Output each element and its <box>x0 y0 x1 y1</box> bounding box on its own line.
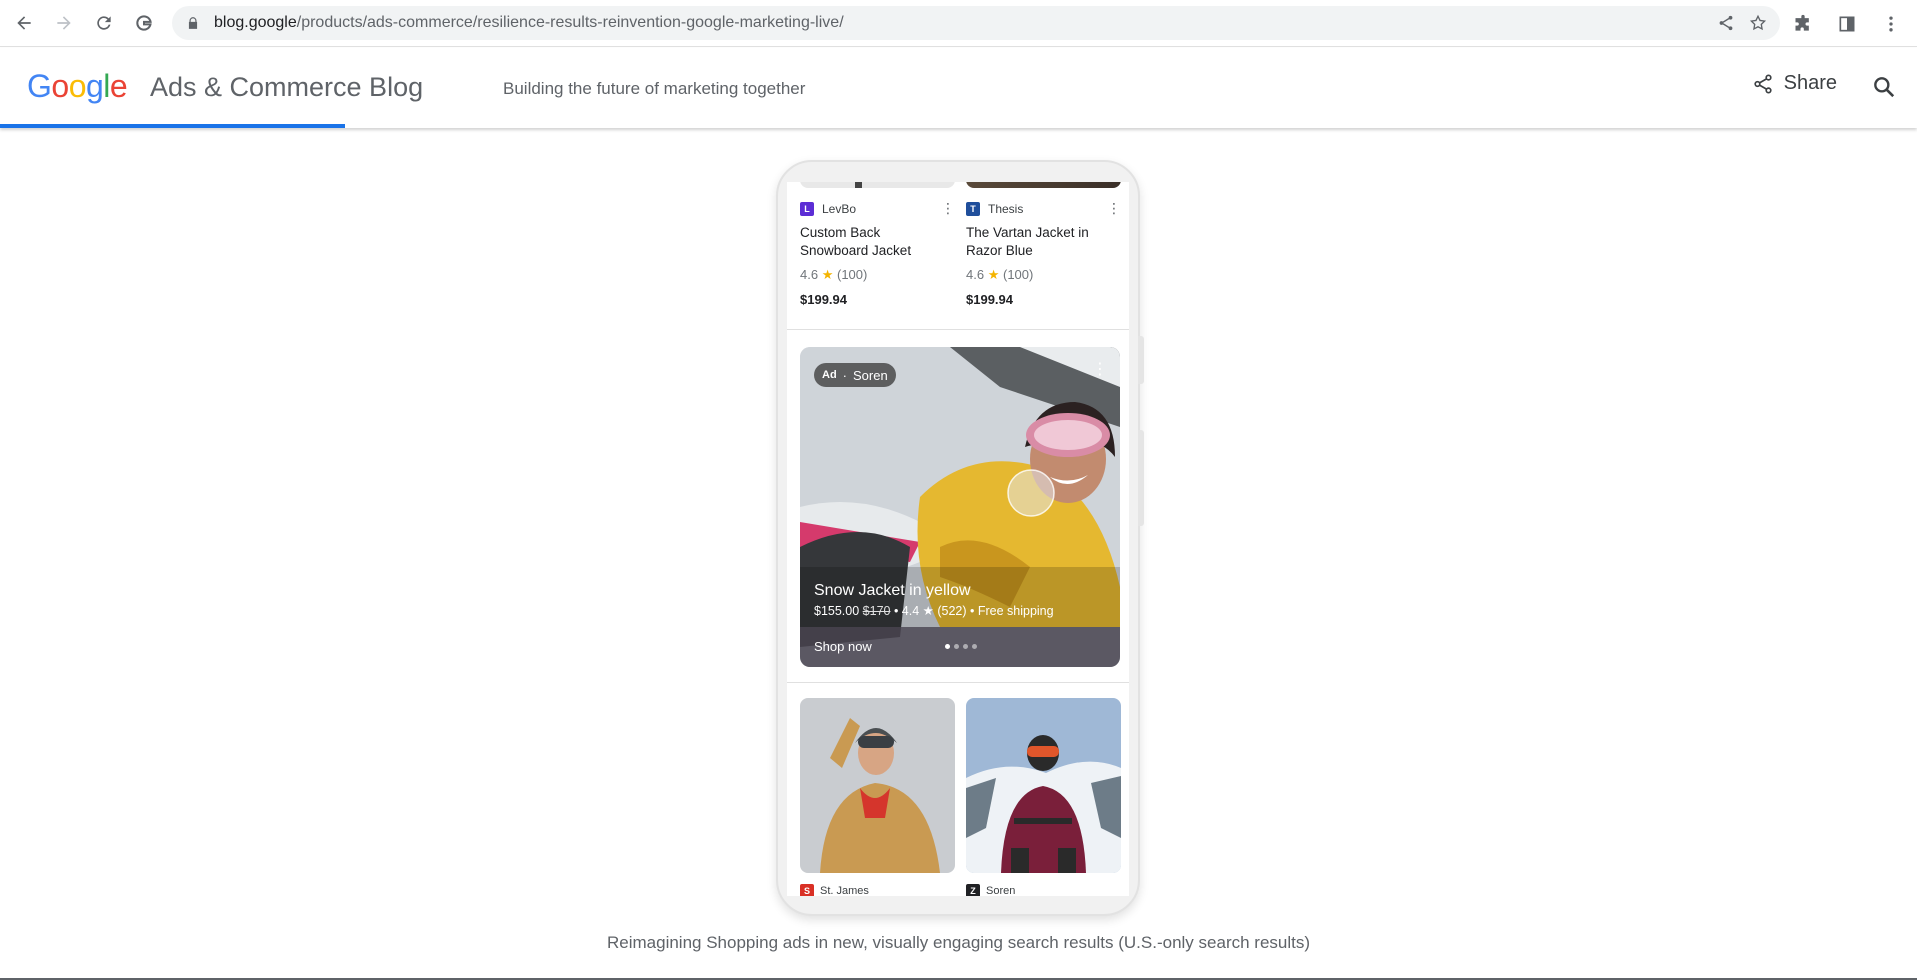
shop-now-button[interactable]: Shop now <box>814 639 872 654</box>
logo-letter: o <box>51 68 69 104</box>
product-photo <box>966 698 1121 873</box>
merchant-name: St. James <box>820 885 869 896</box>
share-icon <box>1754 73 1772 94</box>
back-icon[interactable] <box>4 3 44 43</box>
product-photo <box>800 698 955 873</box>
carousel-dot[interactable] <box>963 644 968 649</box>
blog-title[interactable]: Ads & Commerce Blog <box>150 72 423 103</box>
merchant-name: Thesis <box>988 202 1024 216</box>
more-options-icon[interactable]: ⋮ <box>1107 200 1121 217</box>
extensions-icon[interactable] <box>1783 4 1823 44</box>
product-price: $199.94 <box>800 292 847 307</box>
merchant: S St. James <box>800 884 869 896</box>
ad-label: Ad <box>822 369 837 381</box>
lock-icon <box>186 15 202 31</box>
browser-toolbar: blog.google/products/ads-commerce/resili… <box>0 0 1917 47</box>
phone-mockup: L LevBo ⋮ Custom Back Snowboard Jacket 4… <box>776 160 1140 916</box>
url-text: blog.google/products/ads-commerce/resili… <box>214 14 844 31</box>
carousel-dot[interactable] <box>954 644 959 649</box>
tagline: Building the future of marketing togethe… <box>503 79 806 98</box>
product-price: $199.94 <box>966 292 1013 307</box>
phone-side-button <box>1138 430 1144 526</box>
ad-product-meta: $155.00 $170 • 4.4 ★ (522) • Free shippi… <box>814 603 1054 618</box>
logo-letter: o <box>68 68 87 104</box>
more-options-icon[interactable]: ⋮ <box>941 200 955 217</box>
review-count: (100) <box>1002 267 1034 282</box>
merchant-logo-icon: T <box>966 202 980 216</box>
share-button[interactable]: Share <box>1752 72 1837 95</box>
product-image[interactable] <box>966 698 1121 873</box>
shopping-ad-card[interactable]: Ad · Soren ⋮ Snow Jacket in yellow $155.… <box>800 347 1120 667</box>
share-label: Share <box>1783 72 1837 94</box>
menu-kebab-icon[interactable] <box>1871 4 1911 44</box>
merchant-logo-icon: S <box>800 884 814 896</box>
forward-icon[interactable] <box>44 3 84 43</box>
rating-value: 4.6 <box>966 267 985 282</box>
merchant: T Thesis <box>966 202 1023 216</box>
merchant: L LevBo <box>800 202 856 216</box>
product-row: L LevBo ⋮ Custom Back Snowboard Jacket 4… <box>787 182 1129 330</box>
merchant-name: Soren <box>986 885 1016 896</box>
google-logo[interactable]: Google <box>27 68 128 105</box>
ad-merchant-name: Soren <box>853 367 888 383</box>
ad-price: $155.00 <box>814 604 860 618</box>
logo-letter: e <box>109 68 128 104</box>
product-image[interactable] <box>800 698 955 873</box>
product-card[interactable]: T Thesis ⋮ The Vartan Jacket in Razor Bl… <box>966 182 1121 330</box>
divider <box>787 682 1129 683</box>
merchant-logo-icon: Z <box>966 884 980 896</box>
bookmark-star-icon[interactable] <box>1746 11 1770 35</box>
ad-product-title: Snow Jacket in yellow <box>814 582 971 599</box>
ad-old-price: $170 <box>862 604 891 618</box>
logo-letter: G <box>27 68 52 104</box>
product-name: The Vartan Jacket in Razor Blue <box>966 225 1089 258</box>
address-bar[interactable]: blog.google/products/ads-commerce/resili… <box>172 6 1780 40</box>
review-count: (100) <box>836 267 868 282</box>
site-header: Google Ads & Commerce Blog Building the … <box>0 48 1917 128</box>
product-rating: 4.6 ★ (100) <box>966 267 1033 283</box>
product-image <box>800 182 955 188</box>
product-rating: 4.6 ★ (100) <box>800 267 867 283</box>
ad-meta-details: • 4.4 ★ (522) • Free shipping <box>890 604 1054 618</box>
phone-side-button <box>1138 336 1144 384</box>
carousel-dot[interactable] <box>945 644 950 649</box>
reading-progress-bar <box>0 124 346 128</box>
merchant-name: LevBo <box>822 202 857 216</box>
ad-footer: Shop now <box>800 627 1120 667</box>
phone-screen: L LevBo ⋮ Custom Back Snowboard Jacket 4… <box>787 182 1129 896</box>
star-icon: ★ <box>821 267 834 282</box>
ad-separator: · <box>842 367 848 383</box>
carousel-dots[interactable] <box>945 644 977 649</box>
reload-icon[interactable] <box>84 3 124 43</box>
product-image <box>966 182 1121 188</box>
merchant-logo-icon: L <box>800 202 814 216</box>
logo-letter: l <box>103 68 110 104</box>
star-icon: ★ <box>987 267 1000 282</box>
search-icon[interactable] <box>1871 74 1897 105</box>
merchant: Z Soren <box>966 884 1015 896</box>
product-card[interactable]: L LevBo ⋮ Custom Back Snowboard Jacket 4… <box>800 182 955 330</box>
ad-more-options-icon[interactable]: ⋮ <box>1092 359 1108 379</box>
image-caption: Reimagining Shopping ads in new, visuall… <box>606 933 1311 952</box>
logo-letter: g <box>85 68 104 104</box>
rating-value: 4.6 <box>800 267 819 282</box>
ad-image <box>800 347 1120 667</box>
ad-badge: Ad · Soren <box>814 363 896 387</box>
product-name: Custom Back Snowboard Jacket <box>800 225 912 258</box>
google-icon[interactable] <box>124 3 164 43</box>
side-panel-icon[interactable] <box>1827 4 1867 44</box>
share-page-icon[interactable] <box>1714 11 1738 35</box>
carousel-dot[interactable] <box>972 644 977 649</box>
